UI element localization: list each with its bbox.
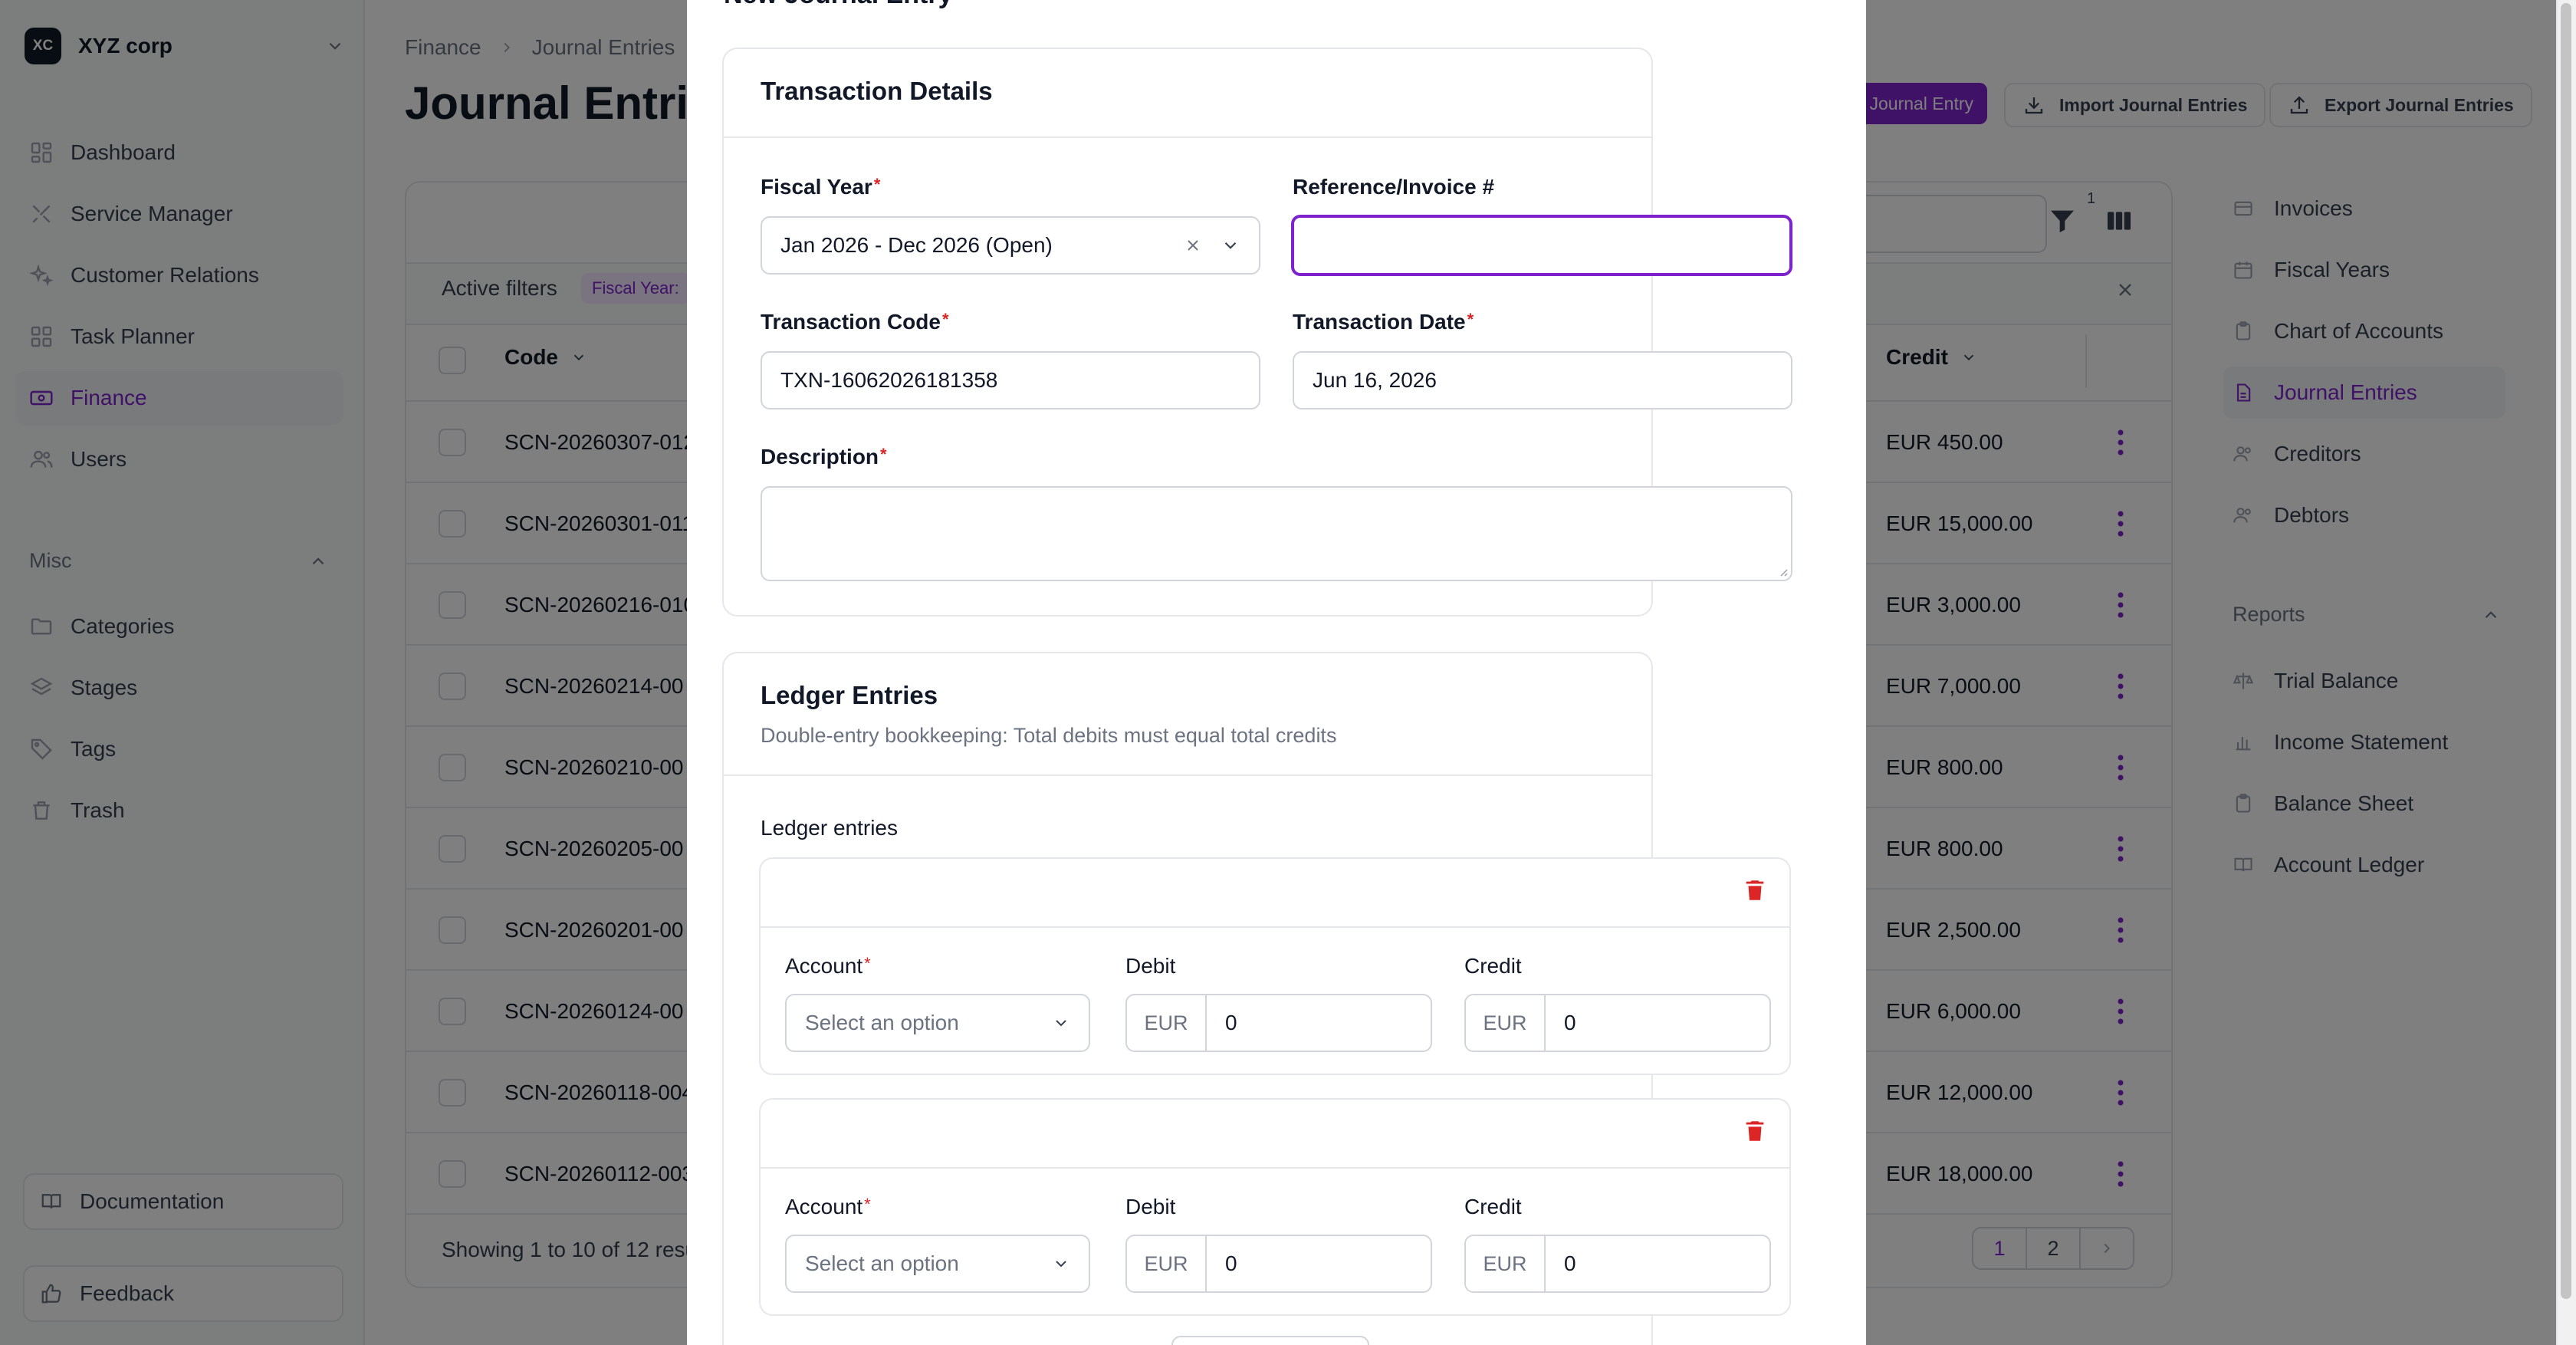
debit-input[interactable]: EUR 0 [1125, 1235, 1432, 1293]
credit-value[interactable]: 0 [1546, 1236, 1769, 1291]
debit-value[interactable]: 0 [1207, 1236, 1431, 1291]
reference-label: Reference/Invoice # [1293, 175, 1495, 199]
ledger-entry: Account* Select an option Debit EUR 0 Cr… [759, 1098, 1791, 1316]
divider [724, 136, 1651, 138]
required-marker: * [864, 954, 871, 973]
section-title: Transaction Details [761, 77, 993, 105]
label-text: Account [785, 1195, 863, 1218]
divider [761, 926, 1789, 928]
ledger-entries-label: Ledger entries [761, 816, 899, 840]
fiscal-year-label: Fiscal Year* [761, 175, 880, 199]
transaction-code-input[interactable]: TXN-16062026181358 [761, 351, 1260, 409]
label-text: Description [761, 445, 879, 469]
label-text: Transaction Date [1293, 310, 1466, 334]
transaction-details-section: Transaction Details Fiscal Year* Jan 202… [722, 48, 1792, 617]
chevron-down-icon [1056, 1020, 1066, 1027]
account-label: Account* [785, 1195, 871, 1219]
ledger-entry: Account* Select an option Debit EUR 0 Cr… [759, 857, 1791, 1075]
account-select[interactable]: Select an option [785, 994, 1090, 1052]
clear-icon[interactable] [1184, 236, 1202, 255]
credit-label: Credit [1464, 1195, 1522, 1218]
account-label: Account* [785, 954, 871, 978]
chevron-down-icon [1224, 242, 1237, 249]
account-placeholder: Select an option [805, 1251, 959, 1275]
required-marker: * [1467, 310, 1474, 329]
currency-prefix: EUR [1127, 995, 1207, 1051]
required-marker: * [880, 445, 887, 464]
delete-entry-trash-icon[interactable] [1742, 876, 1768, 905]
reference-input[interactable] [1291, 215, 1792, 276]
transaction-date-input[interactable]: Jun 16, 2026 [1293, 351, 1792, 409]
currency-prefix: EUR [1466, 995, 1546, 1051]
transaction-date-label: Transaction Date* [1293, 310, 1474, 334]
required-marker: * [873, 175, 881, 194]
divider [761, 1167, 1789, 1169]
currency-prefix: EUR [1127, 1236, 1207, 1291]
credit-input[interactable]: EUR 0 [1464, 994, 1771, 1052]
debit-label: Debit [1125, 1195, 1176, 1218]
delete-entry-trash-icon[interactable] [1742, 1116, 1768, 1146]
debit-input[interactable]: EUR 0 [1125, 994, 1432, 1052]
required-marker: * [941, 310, 949, 329]
required-marker: * [864, 1195, 871, 1214]
currency-prefix: EUR [1466, 1236, 1546, 1291]
account-select[interactable]: Select an option [785, 1235, 1090, 1293]
modal-title: New Journal Entry [724, 0, 953, 10]
new-journal-entry-modal: New Journal Entry Transaction Details Fi… [687, 0, 1866, 1345]
section-title: Ledger Entries [761, 681, 938, 709]
label-text: Transaction Code [761, 310, 941, 334]
credit-input[interactable]: EUR 0 [1464, 1235, 1771, 1293]
debit-label: Debit [1125, 954, 1176, 978]
description-label: Description* [761, 445, 887, 469]
transaction-code-label: Transaction Code* [761, 310, 949, 334]
account-placeholder: Select an option [805, 1011, 959, 1034]
chevron-down-icon [1056, 1261, 1066, 1268]
section-description: Double-entry bookkeeping: Total debits m… [761, 724, 1337, 747]
scrollbar-thumb[interactable] [2561, 3, 2571, 1299]
add-ledger-entry-button[interactable] [1171, 1336, 1369, 1345]
divider [724, 774, 1651, 776]
description-textarea[interactable] [761, 486, 1792, 581]
fiscal-year-select[interactable]: Jan 2026 - Dec 2026 (Open) [761, 216, 1260, 275]
label-text: Account [785, 954, 863, 978]
ledger-entries-section: Ledger Entries Double-entry bookkeeping:… [722, 652, 1791, 1345]
fiscal-year-value: Jan 2026 - Dec 2026 (Open) [780, 233, 1053, 257]
credit-value[interactable]: 0 [1546, 995, 1769, 1051]
credit-label: Credit [1464, 954, 1522, 978]
label-text: Fiscal Year [761, 175, 872, 199]
resize-handle-icon[interactable] [1777, 566, 1788, 577]
debit-value[interactable]: 0 [1207, 995, 1431, 1051]
select-controls [1184, 235, 1240, 255]
